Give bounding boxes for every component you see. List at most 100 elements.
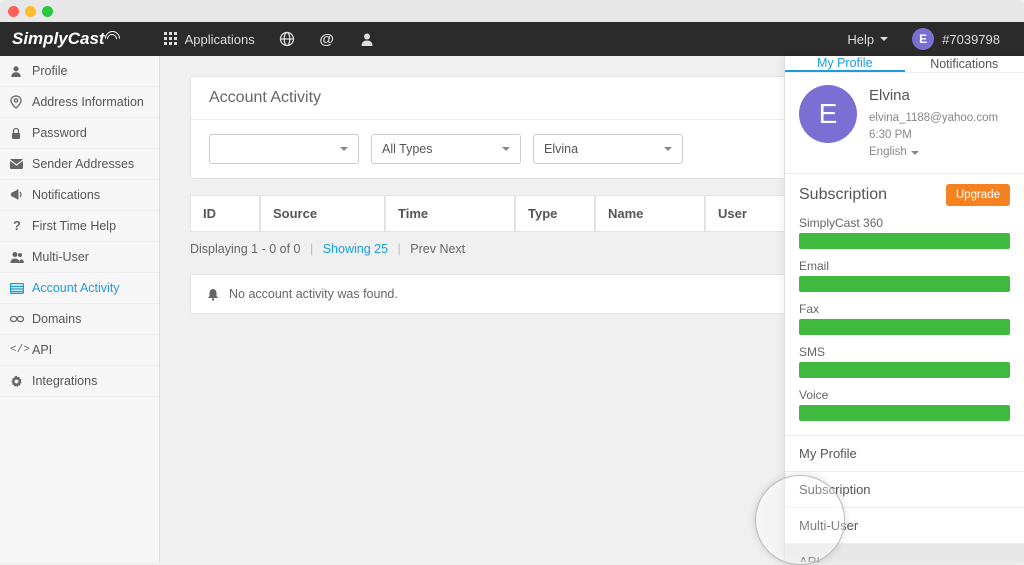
language-label: English [869,144,907,161]
filter-type-dropdown[interactable]: All Types [371,134,521,164]
person-icon [10,65,24,77]
flyout-link-api[interactable]: API [785,544,1024,562]
language-selector[interactable]: English [869,144,998,161]
megaphone-icon [10,189,24,201]
usage-bar [799,319,1010,335]
user-name: Elvina [869,85,998,108]
usage-bar [799,276,1010,292]
sidebar-item-integrations[interactable]: Integrations [0,366,159,397]
subscription-label: SimplyCast 360 [799,216,1010,230]
envelope-icon [10,159,24,169]
subscription-item: Voice [799,388,1010,421]
settings-sidebar: Profile Address Information Password Sen… [0,56,160,562]
sidebar-item-label: First Time Help [32,219,116,233]
at-button[interactable]: @ [307,22,347,56]
sidebar-item-label: Multi-User [32,250,89,264]
sidebar-item-first-time-help[interactable]: ? First Time Help [0,211,159,242]
pager-display: Displaying 1 - 0 of 0 [190,242,300,256]
col-name[interactable]: Name [595,195,705,232]
flyout-link-subscription[interactable]: Subscription [785,472,1024,508]
subscription-item: Fax [799,302,1010,335]
usage-bar [799,405,1010,421]
sidebar-item-label: API [32,343,52,357]
account-id: #7039798 [942,32,1000,47]
at-icon: @ [319,31,335,47]
tab-my-profile[interactable]: My Profile [785,56,905,72]
filter-value: Elvina [544,142,578,156]
subscription-item: SimplyCast 360 [799,216,1010,249]
sidebar-item-account-activity[interactable]: Account Activity [0,273,159,304]
upgrade-button[interactable]: Upgrade [946,184,1010,206]
users-icon [10,251,24,263]
col-type[interactable]: Type [515,195,595,232]
applications-menu[interactable]: Applications [151,22,267,56]
col-id[interactable]: ID [190,195,260,232]
location-pin-icon [10,95,24,109]
sidebar-item-domains[interactable]: Domains [0,304,159,335]
globe-button[interactable] [267,22,307,56]
close-window-icon[interactable] [8,6,19,17]
sidebar-item-label: Password [32,126,87,140]
col-time[interactable]: Time [385,195,515,232]
sidebar-item-label: Address Information [32,95,144,109]
subscription-section: Subscription Upgrade SimplyCast 360 Emai… [785,174,1024,436]
flyout-link-my-profile[interactable]: My Profile [785,436,1024,472]
sidebar-item-label: Notifications [32,188,100,202]
sidebar-item-label: Account Activity [32,281,120,295]
user-button[interactable] [347,22,387,56]
brand-logo[interactable]: SimplyCast [12,29,121,49]
avatar: E [912,28,934,50]
sidebar-item-label: Profile [32,64,67,78]
minimize-window-icon[interactable] [25,6,36,17]
pager-prev[interactable]: Prev [410,242,436,256]
code-icon: </> [10,344,24,356]
usage-bar [799,233,1010,249]
apps-grid-icon [163,31,179,47]
sidebar-item-multi-user[interactable]: Multi-User [0,242,159,273]
pager-next[interactable]: Next [439,242,465,256]
subscription-item: Email [799,259,1010,292]
filter-date-dropdown[interactable] [209,134,359,164]
subscription-title: Subscription [799,186,887,204]
sidebar-item-sender-addresses[interactable]: Sender Addresses [0,149,159,180]
account-menu[interactable]: E #7039798 [900,22,1012,56]
chain-icon [10,315,24,323]
profile-flyout: My Profile Notifications E Elvina elvina… [784,56,1024,562]
filter-value: All Types [382,142,433,156]
alert-text: No account activity was found. [229,287,398,301]
subscription-label: Email [799,259,1010,273]
subscription-item: SMS [799,345,1010,378]
pager-showing-link[interactable]: Showing 25 [323,242,388,256]
col-source[interactable]: Source [260,195,385,232]
chevron-down-icon [502,147,510,151]
help-menu[interactable]: Help [835,22,900,56]
activity-icon [10,283,24,294]
sidebar-item-address[interactable]: Address Information [0,87,159,118]
sidebar-item-profile[interactable]: Profile [0,56,159,87]
lock-icon [10,127,24,140]
chevron-down-icon [340,147,348,151]
sidebar-item-password[interactable]: Password [0,118,159,149]
profile-summary: E Elvina elvina_1188@yahoo.com 6:30 PM E… [785,73,1024,174]
help-label: Help [847,32,874,47]
window-titlebar [0,0,1024,22]
bell-icon [207,288,219,301]
chevron-down-icon [911,151,919,155]
filter-user-dropdown[interactable]: Elvina [533,134,683,164]
maximize-window-icon[interactable] [42,6,53,17]
sidebar-item-label: Domains [32,312,81,326]
flyout-nav-links: My Profile Subscription Multi-User API I… [785,436,1024,562]
tab-notifications[interactable]: Notifications [905,56,1024,72]
user-email: elvina_1188@yahoo.com [869,110,998,127]
brand-logo-text: SimplyCast [12,29,105,49]
flyout-tabs: My Profile Notifications [785,56,1024,73]
gear-icon [10,375,24,388]
avatar: E [799,85,857,143]
chevron-down-icon [880,37,888,41]
brand-waves-icon [107,32,121,46]
sidebar-item-notifications[interactable]: Notifications [0,180,159,211]
sidebar-item-label: Integrations [32,374,97,388]
flyout-link-multi-user[interactable]: Multi-User [785,508,1024,544]
sidebar-item-api[interactable]: </> API [0,335,159,366]
question-icon: ? [10,219,24,233]
